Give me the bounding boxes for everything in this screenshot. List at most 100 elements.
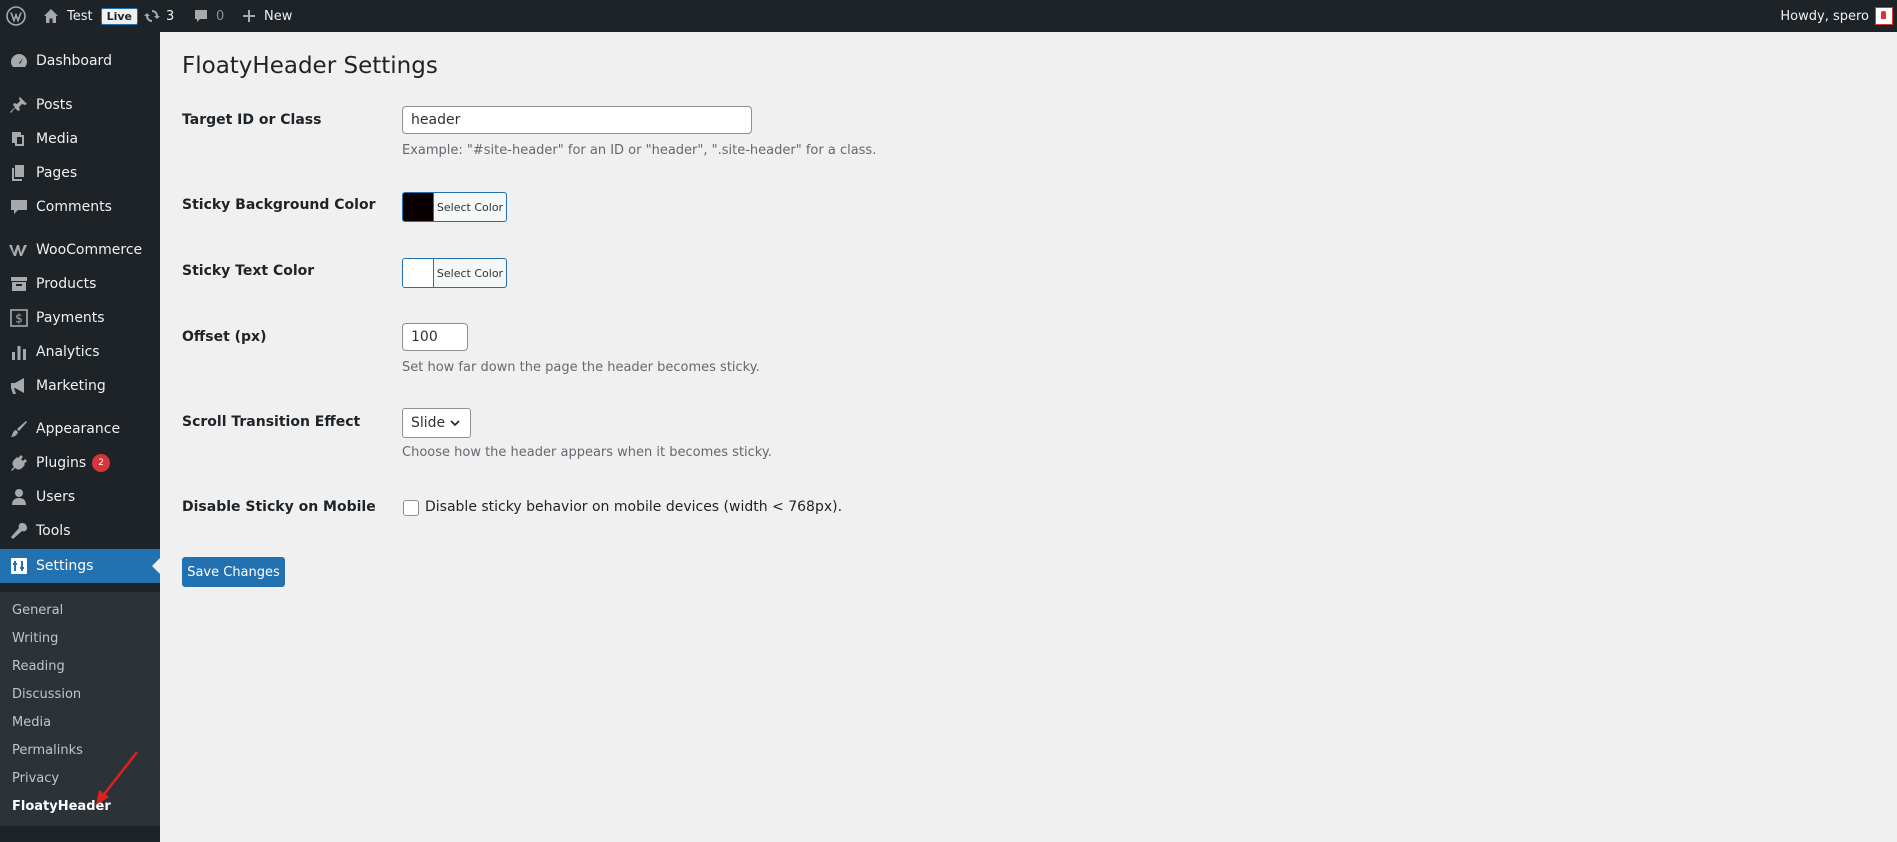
- site-name-link[interactable]: Test Live: [43, 0, 139, 32]
- sidebar-item-tools[interactable]: Tools: [0, 514, 160, 548]
- text-color-label: Sticky Text Color: [182, 263, 315, 279]
- sidebar-item-woocommerce[interactable]: WooCommerce: [0, 233, 160, 267]
- submenu-item-reading[interactable]: Reading: [12, 659, 65, 674]
- woocommerce-icon: [9, 240, 29, 260]
- mobile-label: Disable Sticky on Mobile: [182, 499, 376, 515]
- sidebar-item-label: WooCommerce: [36, 242, 143, 258]
- submenu-item-permalinks[interactable]: Permalinks: [12, 743, 83, 758]
- sidebar-item-dashboard[interactable]: Dashboard: [0, 44, 160, 78]
- wrench-icon: [9, 521, 29, 541]
- sidebar-item-label: Appearance: [36, 421, 121, 437]
- sidebar-item-pages[interactable]: Pages: [0, 156, 160, 190]
- sidebar-item-label: Marketing: [36, 378, 106, 394]
- sidebar-item-label: Plugins: [36, 455, 87, 471]
- bar-chart-icon: [9, 342, 29, 362]
- sidebar-item-label: Products: [36, 276, 97, 292]
- transition-selected-value: Slide: [411, 415, 446, 431]
- comments-link[interactable]: 0: [193, 0, 224, 32]
- mobile-checkbox[interactable]: [403, 500, 419, 516]
- submenu-item-discussion[interactable]: Discussion: [12, 687, 81, 702]
- sidebar-item-settings[interactable]: Settings: [0, 549, 160, 583]
- main-content: FloatyHeader Settings Target ID or Class…: [160, 32, 1897, 842]
- settings-icon: [9, 556, 29, 576]
- sidebar-item-label: Posts: [36, 97, 73, 113]
- sidebar-item-products[interactable]: Products: [0, 267, 160, 301]
- updates-count: 3: [166, 8, 175, 24]
- updates-link[interactable]: 3: [144, 0, 174, 32]
- sidebar-item-appearance[interactable]: Appearance: [0, 412, 160, 446]
- dollar-icon: $: [9, 308, 29, 328]
- offset-description: Set how far down the page the header bec…: [402, 360, 760, 375]
- annotation-arrow-icon: [96, 751, 138, 805]
- sidebar-item-posts[interactable]: Posts: [0, 88, 160, 122]
- updates-icon: [144, 10, 160, 22]
- save-changes-button[interactable]: Save Changes: [182, 557, 285, 587]
- transition-select[interactable]: Slide: [402, 408, 471, 438]
- pages-icon: [9, 163, 29, 183]
- submenu-item-writing[interactable]: Writing: [12, 631, 58, 646]
- sidebar-item-label: Pages: [36, 165, 78, 181]
- chevron-down-icon: [450, 420, 460, 427]
- plus-icon: [243, 10, 255, 22]
- transition-description: Choose how the header appears when it be…: [402, 445, 772, 460]
- target-label: Target ID or Class: [182, 112, 322, 128]
- sidebar-item-analytics[interactable]: Analytics: [0, 335, 160, 369]
- sidebar-item-label: Settings: [36, 558, 94, 574]
- archive-icon: [9, 274, 29, 294]
- home-icon: [44, 9, 58, 23]
- site-name: Test: [67, 8, 93, 24]
- sidebar-item-comments[interactable]: Comments: [0, 190, 160, 224]
- dashboard-icon: [9, 51, 29, 71]
- new-label: New: [264, 8, 293, 24]
- text-color-picker-button[interactable]: Select Color: [402, 258, 507, 288]
- sidebar-item-label: Analytics: [36, 344, 100, 360]
- target-description: Example: "#site-header" for an ID or "he…: [402, 143, 877, 158]
- live-badge: Live: [100, 7, 139, 25]
- sidebar-item-plugins[interactable]: Plugins 2: [0, 446, 160, 480]
- sidebar-item-users[interactable]: Users: [0, 480, 160, 514]
- text-color-swatch: [403, 259, 434, 287]
- sidebar-item-marketing[interactable]: Marketing: [0, 369, 160, 403]
- text-color-button-label: Select Color: [436, 266, 504, 280]
- submenu-item-privacy[interactable]: Privacy: [12, 771, 59, 786]
- sidebar-item-label: Payments: [36, 310, 105, 326]
- sidebar-item-label: Tools: [36, 523, 71, 539]
- new-content-link[interactable]: New: [242, 0, 292, 32]
- sidebar-item-payments[interactable]: $ Payments: [0, 301, 160, 335]
- admin-sidebar: Dashboard Posts Media Pages Comments Woo…: [0, 32, 160, 842]
- megaphone-icon: [9, 376, 29, 396]
- offset-input[interactable]: [402, 323, 468, 351]
- sidebar-item-media[interactable]: Media: [0, 122, 160, 156]
- sidebar-item-label: Media: [36, 131, 79, 147]
- mobile-checkbox-label[interactable]: Disable sticky behavior on mobile device…: [425, 499, 842, 515]
- my-account-link[interactable]: Howdy, spero: [1780, 0, 1893, 32]
- sidebar-item-label: Dashboard: [36, 53, 112, 69]
- offset-label: Offset (px): [182, 329, 267, 345]
- avatar: [1875, 7, 1893, 25]
- bg-color-label: Sticky Background Color: [182, 197, 376, 213]
- plugins-update-badge: 2: [92, 454, 111, 472]
- sidebar-item-label: Comments: [36, 199, 112, 215]
- user-icon: [9, 487, 29, 507]
- comments-count: 0: [216, 8, 225, 24]
- wordpress-logo-icon[interactable]: [6, 0, 26, 32]
- howdy-text: Howdy, spero: [1780, 8, 1869, 24]
- svg-text:$: $: [15, 312, 23, 326]
- sidebar-item-label: Users: [36, 489, 76, 505]
- bg-color-swatch: [403, 193, 434, 221]
- bg-color-button-label: Select Color: [436, 200, 504, 214]
- target-input[interactable]: [402, 106, 752, 134]
- submenu-item-media[interactable]: Media: [12, 715, 51, 730]
- comment-icon: [195, 10, 207, 22]
- pin-icon: [9, 95, 29, 115]
- media-icon: [9, 129, 29, 149]
- transition-label: Scroll Transition Effect: [182, 414, 361, 430]
- submenu-item-general[interactable]: General: [12, 603, 63, 618]
- page-title: FloatyHeader Settings: [182, 53, 438, 79]
- active-menu-arrow: [152, 558, 160, 574]
- brush-icon: [9, 419, 29, 439]
- plug-icon: [9, 453, 29, 473]
- bg-color-picker-button[interactable]: Select Color: [402, 192, 507, 222]
- admin-bar: Test Live 3 0 New Howdy, spero: [0, 0, 1897, 32]
- comment-icon: [9, 197, 29, 217]
